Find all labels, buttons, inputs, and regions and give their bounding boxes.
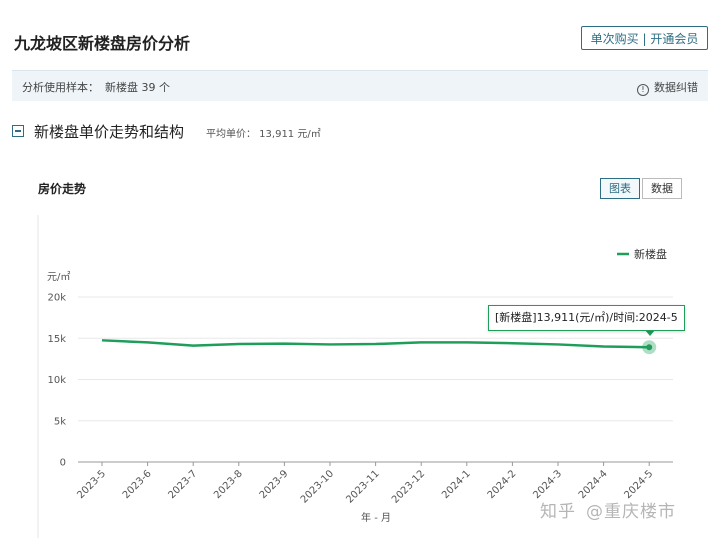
x-tick-label: 2024-1 xyxy=(440,468,473,501)
y-tick-label: 5k xyxy=(54,416,66,427)
series-line xyxy=(101,339,650,349)
watermark: 知乎 @重庆楼市 xyxy=(540,497,676,522)
highlight-point xyxy=(646,344,653,351)
watermark-left: 知乎 xyxy=(540,502,576,522)
x-tick-label: 2023-11 xyxy=(344,468,381,505)
y-tick-label: 20k xyxy=(47,293,66,304)
y-axis-label: 元/㎡ xyxy=(47,271,70,283)
x-tick-label: 2023-5 xyxy=(75,468,108,501)
legend-label: 新楼盘 xyxy=(634,247,667,261)
y-tick-label: 0 xyxy=(60,458,66,469)
x-tick-label: 2023-7 xyxy=(166,468,199,501)
x-tick-label: 2023-9 xyxy=(258,468,291,501)
x-tick-label: 2024-2 xyxy=(486,468,519,501)
x-tick-label: 2023-8 xyxy=(212,468,245,501)
x-axis-label: 年 - 月 xyxy=(361,511,391,524)
y-tick-label: 10k xyxy=(47,375,66,386)
x-tick-label: 2023-10 xyxy=(299,468,336,505)
price-trend-chart: 0 5k 10k 15k 20k 元/㎡ 2023-5 2023-6 2023-7 2023-8 2… xyxy=(37,215,673,538)
x-tick-label: 2023-12 xyxy=(390,468,427,505)
x-tick-label: 2023-6 xyxy=(121,468,154,501)
watermark-right: @重庆楼市 xyxy=(586,502,676,522)
y-tick-label: 15k xyxy=(47,334,66,345)
chart-tooltip: [新楼盘]13,911(元/㎡)/时间:2024-5 xyxy=(488,305,685,331)
